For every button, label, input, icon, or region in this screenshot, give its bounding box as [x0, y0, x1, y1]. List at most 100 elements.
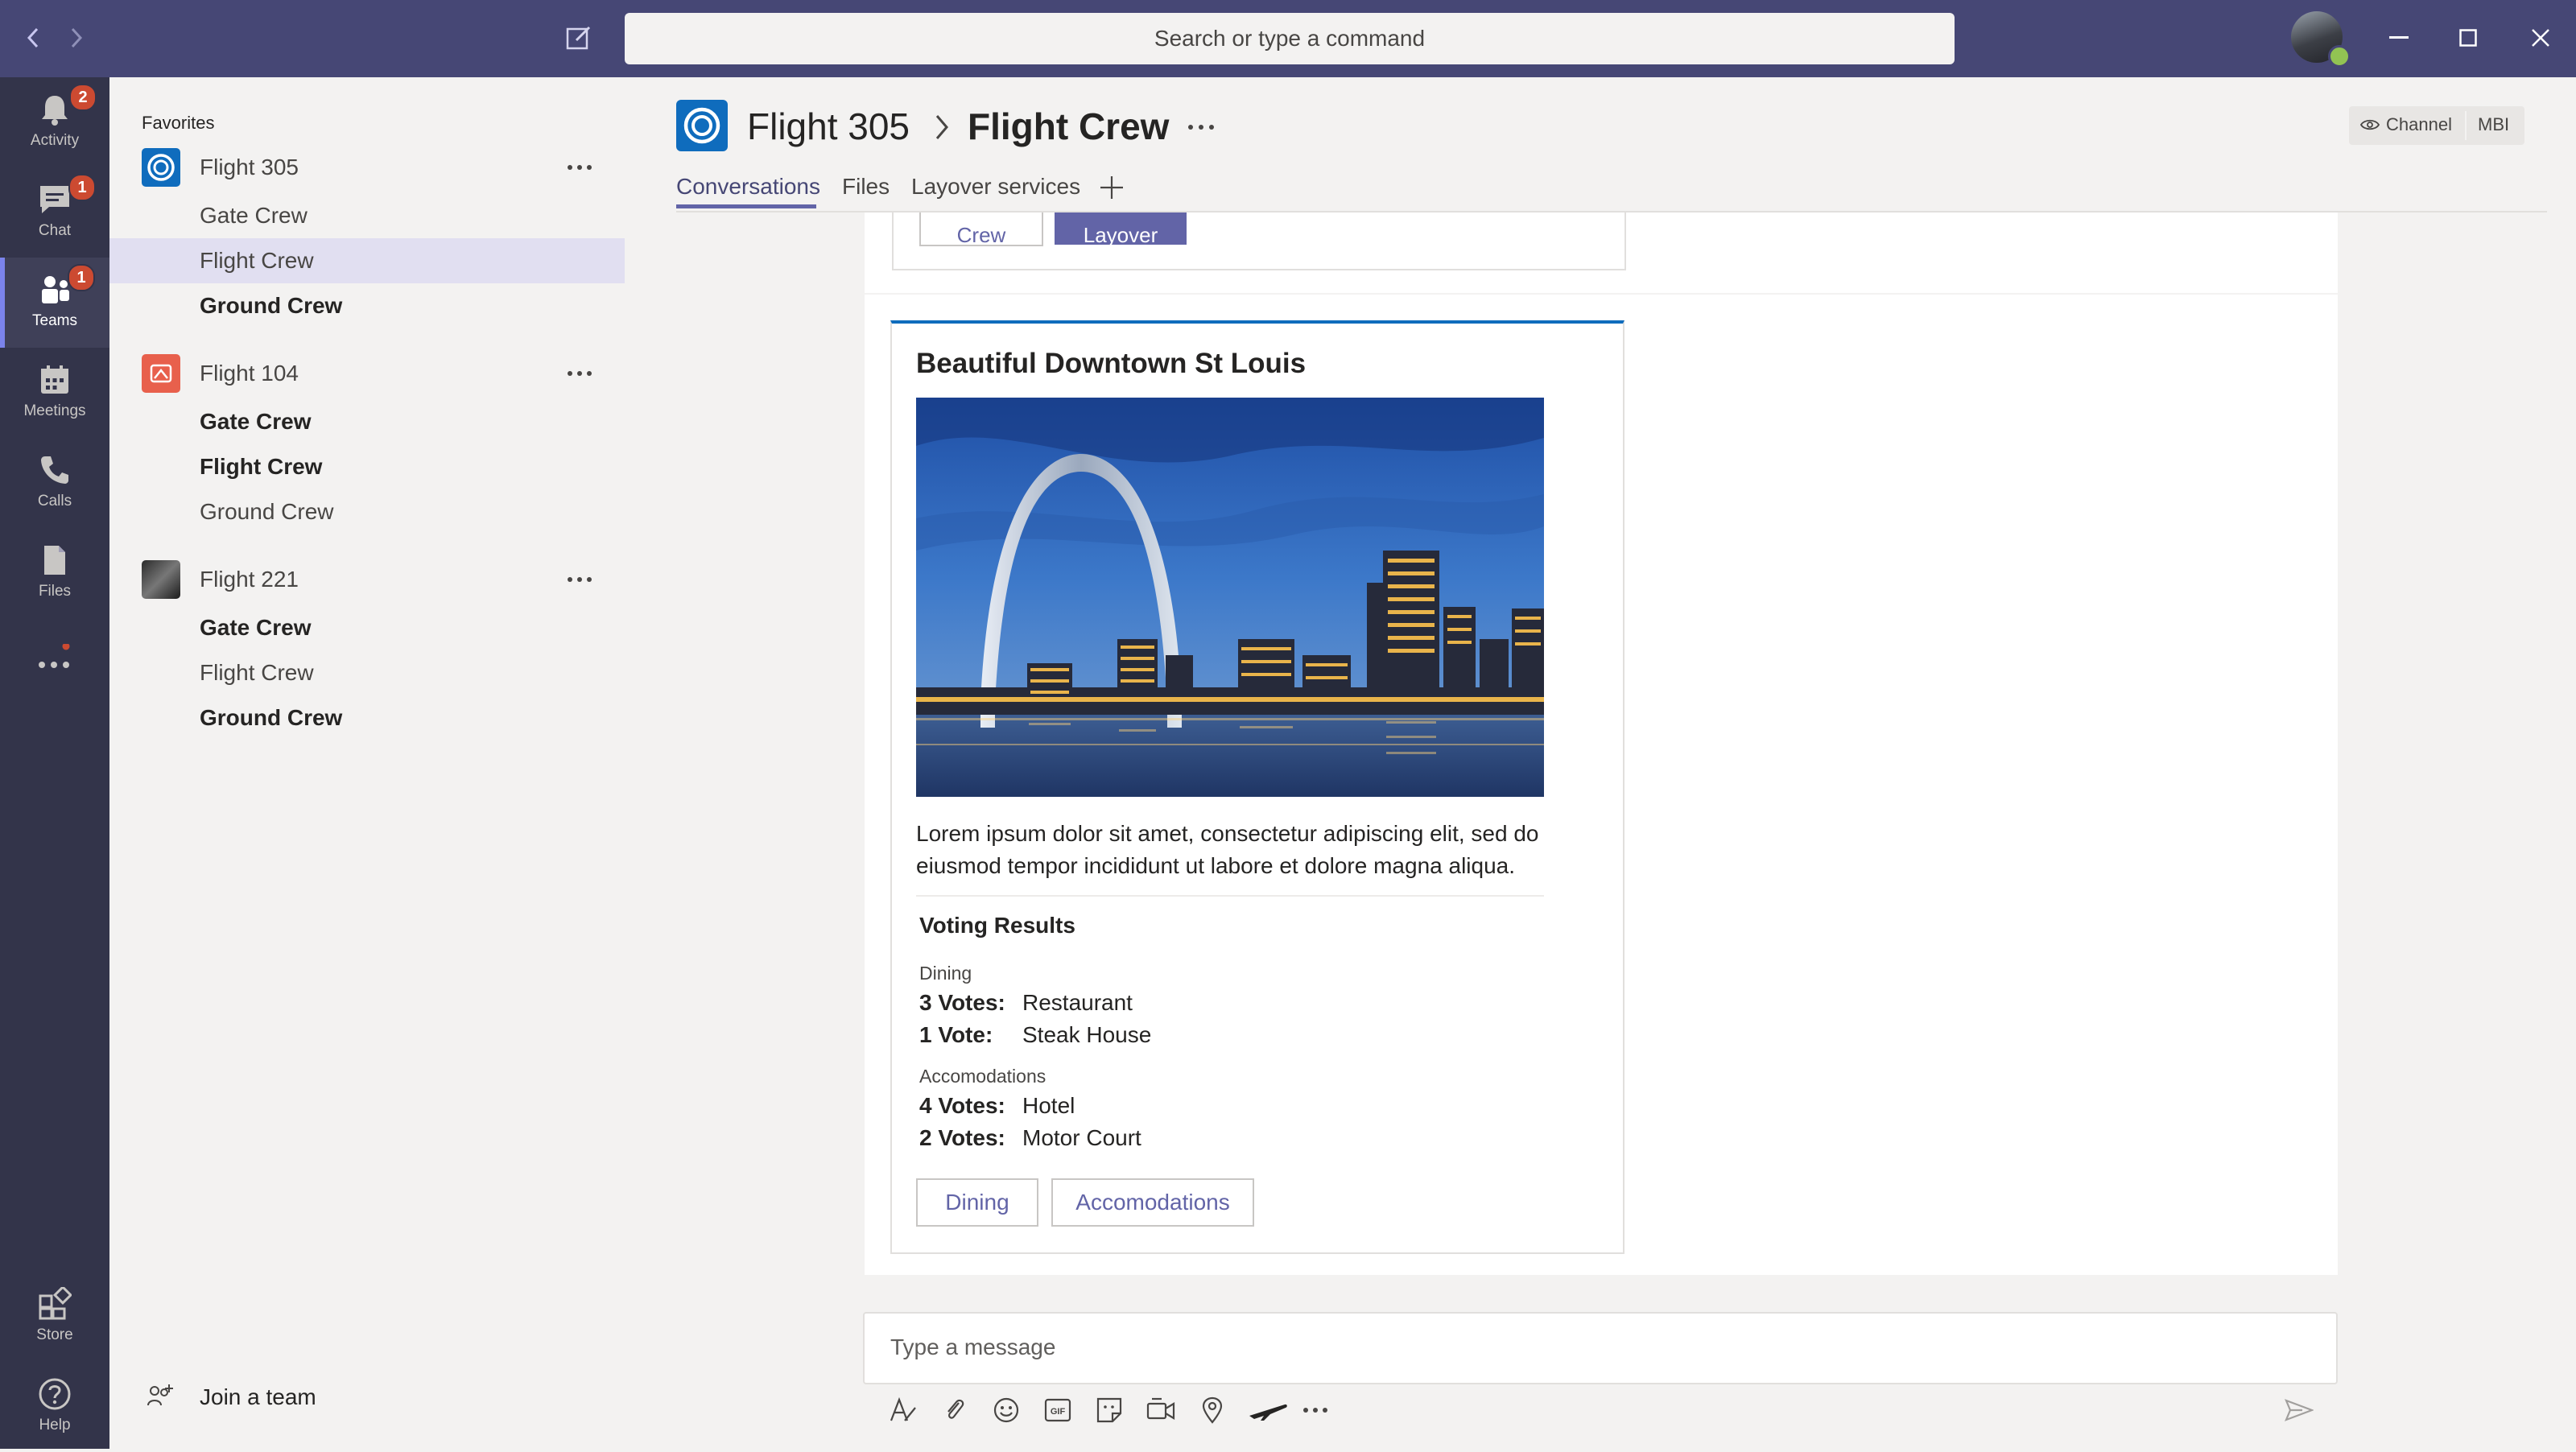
rail-item-store[interactable]: Store: [0, 1272, 109, 1362]
join-team-icon: [145, 1381, 177, 1413]
join-team-button[interactable]: Join a team: [142, 1378, 464, 1417]
layover-button[interactable]: Layover: [1055, 212, 1187, 245]
gif-icon[interactable]: GIF: [1040, 1394, 1075, 1426]
chevron-right-icon: [932, 113, 952, 142]
rail-label-chat: Chat: [38, 222, 72, 239]
rail-item-help[interactable]: Help: [0, 1362, 109, 1452]
vote-option: Motor Court: [1022, 1125, 1141, 1150]
channel-flight-crew[interactable]: Flight Crew: [109, 238, 625, 283]
channel-label: Ground Crew: [200, 499, 334, 524]
rail-label-teams: Teams: [32, 312, 77, 329]
search-input[interactable]: Search or type a command: [625, 13, 1955, 64]
team-name: Flight 305: [200, 155, 299, 179]
channel-flight-crew[interactable]: Flight Crew: [109, 650, 625, 695]
format-icon[interactable]: [886, 1394, 921, 1426]
emoji-icon[interactable]: [989, 1394, 1024, 1426]
sticker-icon[interactable]: [1092, 1394, 1127, 1426]
rail-item-meetings[interactable]: Meetings: [0, 348, 109, 438]
channel-gate-crew[interactable]: Gate Crew: [109, 193, 625, 238]
new-chat-compose-icon[interactable]: [559, 18, 599, 58]
rail-item-calls[interactable]: Calls: [0, 438, 109, 528]
rail-label-calls: Calls: [37, 493, 72, 509]
rail-item-teams[interactable]: 1 Teams: [0, 258, 109, 348]
channel-pill-label: Channel: [2386, 114, 2452, 134]
chat-badge: 1: [68, 174, 96, 201]
pill-divider: [2465, 111, 2467, 140]
more-options-icon[interactable]: [564, 565, 596, 594]
team-logo-icon: [142, 148, 180, 187]
maximize-icon[interactable]: [2444, 18, 2492, 58]
eye-icon: [2360, 118, 2380, 131]
activity-badge: 2: [69, 84, 97, 111]
vote-count: 3 Votes:: [919, 990, 1005, 1015]
card-body-text: Lorem ipsum dolor sit amet, consectetur …: [916, 821, 1539, 878]
rail-item-activity[interactable]: 2 Activity: [0, 77, 109, 167]
layover-button-label: Layover: [1083, 223, 1158, 245]
add-tab-icon[interactable]: [1098, 174, 1130, 206]
rail-label-store: Store: [36, 1326, 73, 1343]
channel-gate-crew[interactable]: Gate Crew: [109, 605, 625, 650]
category-label-accomodations: Accomodations: [919, 1066, 1046, 1087]
active-tab-indicator: [676, 204, 816, 208]
team-name: Flight 104: [200, 361, 299, 386]
channel-ground-crew[interactable]: Ground Crew: [109, 283, 625, 328]
vote-option: Restaurant: [1022, 990, 1133, 1015]
attach-icon[interactable]: [937, 1394, 972, 1426]
org-pill-label: MBI: [2478, 114, 2510, 134]
vote-count: 2 Votes:: [919, 1125, 1005, 1150]
crew-button[interactable]: Crew: [919, 212, 1043, 246]
vote-option: Steak House: [1022, 1022, 1152, 1047]
meet-now-icon[interactable]: [1143, 1394, 1179, 1426]
channel-label: Gate Crew: [200, 203, 308, 228]
page-title: Flight Crew: [968, 105, 1170, 147]
presence-available-icon: [2328, 45, 2351, 68]
minimize-icon[interactable]: [2375, 18, 2423, 58]
rail-label-meetings: Meetings: [23, 402, 86, 419]
search-placeholder: Search or type a command: [1154, 26, 1426, 51]
svg-text:GIF: GIF: [1051, 1407, 1066, 1417]
channel-ground-crew[interactable]: Ground Crew: [109, 695, 625, 740]
rail-item-chat[interactable]: 1 Chat: [0, 167, 109, 258]
channel-label: Ground Crew: [200, 705, 343, 730]
team-flight-305[interactable]: Flight 305: [109, 145, 625, 190]
tab-conversations[interactable]: Conversations: [676, 174, 820, 200]
team-logo-icon: [142, 354, 180, 393]
close-icon[interactable]: [2516, 18, 2565, 58]
teams-badge: 1: [68, 264, 95, 291]
more-options-icon[interactable]: [1183, 111, 1219, 143]
airplane-app-icon[interactable]: [1246, 1394, 1290, 1426]
dining-button[interactable]: Dining: [916, 1178, 1038, 1227]
breadcrumb-team[interactable]: Flight 305: [747, 105, 910, 148]
location-icon[interactable]: [1195, 1394, 1230, 1426]
rail-item-files[interactable]: Files: [0, 528, 109, 618]
tab-files[interactable]: Files: [842, 174, 890, 200]
accomodations-button[interactable]: Accomodations: [1051, 1178, 1254, 1227]
team-name: Flight 221: [200, 567, 299, 592]
voting-results-title: Voting Results: [919, 913, 1075, 938]
back-arrow-icon[interactable]: [13, 18, 53, 58]
more-options-icon[interactable]: [564, 153, 596, 182]
channel-ground-crew[interactable]: Ground Crew: [109, 489, 625, 534]
message-input[interactable]: [863, 1312, 2338, 1384]
crew-button-label: Crew: [956, 223, 1006, 246]
channel-label: Flight Crew: [200, 660, 314, 685]
message-placeholder: Type a message: [890, 1334, 1056, 1359]
send-icon[interactable]: [2280, 1394, 2318, 1426]
team-logo-icon: [676, 100, 728, 151]
channel-label: Flight Crew: [200, 248, 314, 273]
vote-count: 4 Votes:: [919, 1093, 1005, 1118]
more-options-icon[interactable]: [564, 359, 596, 388]
team-flight-221[interactable]: Flight 221: [109, 557, 625, 602]
channel-flight-crew[interactable]: Flight Crew: [109, 444, 625, 489]
channel-gate-crew[interactable]: Gate Crew: [109, 399, 625, 444]
team-flight-104[interactable]: Flight 104: [109, 351, 625, 396]
favorites-label: Favorites: [142, 113, 215, 133]
category-label-dining: Dining: [919, 963, 972, 984]
more-options-icon[interactable]: [1298, 1394, 1333, 1426]
channel-label: Gate Crew: [200, 615, 312, 640]
tab-layover-services[interactable]: Layover services: [911, 174, 1080, 200]
forward-arrow-icon[interactable]: [56, 18, 97, 58]
channel-label: Ground Crew: [200, 293, 343, 318]
channel-info-pill[interactable]: Channel MBI: [2349, 106, 2524, 145]
more-apps-icon[interactable]: [24, 644, 85, 683]
